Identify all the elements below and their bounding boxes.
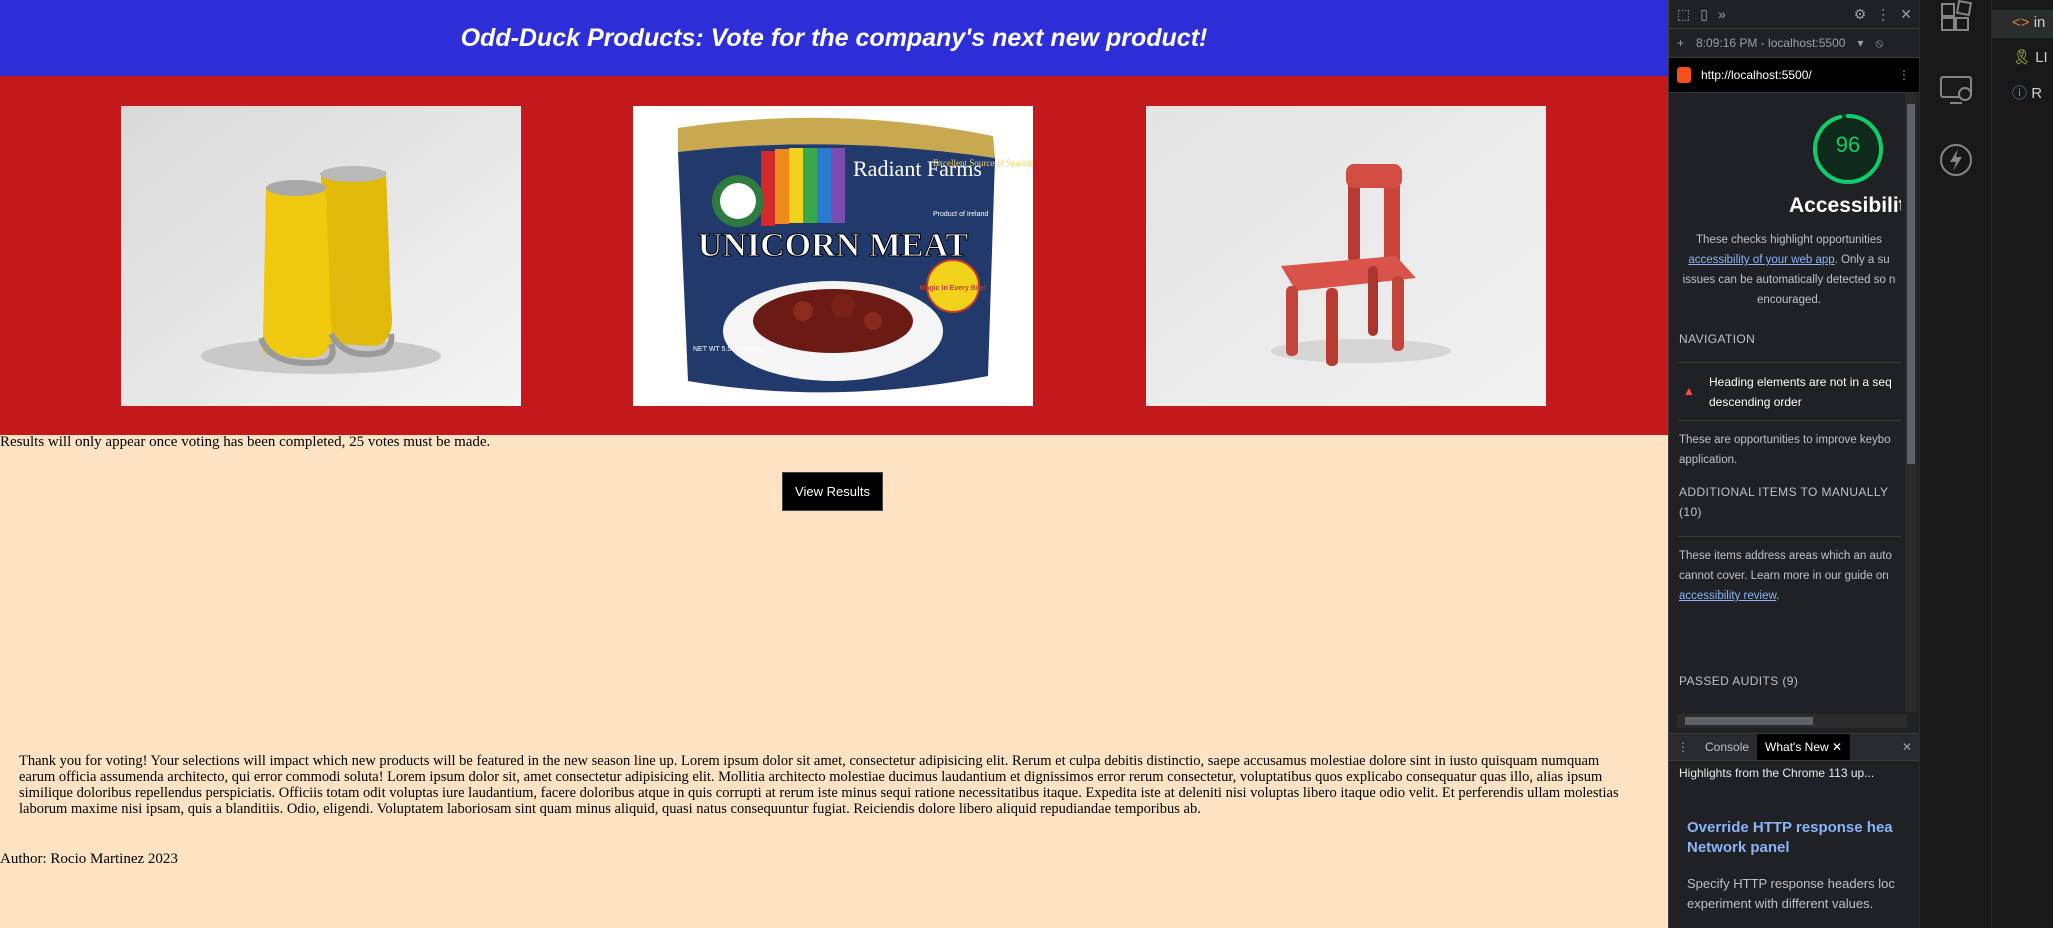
report-horizontal-scrollbar[interactable] (1677, 714, 1907, 728)
author-footer: Author: Rocio Martinez 2023 (0, 851, 178, 867)
manual-note: These items address areas which an auto … (1679, 550, 1892, 602)
inspect-element-icon[interactable]: ⬚ (1677, 6, 1690, 23)
url-menu-icon[interactable]: ⋮ (1898, 68, 1910, 82)
report-url-bar: http://localhost:5500/ ⋮ (1669, 58, 1920, 93)
settings-gear-icon[interactable]: ⚙ (1854, 6, 1867, 23)
remote-explorer-icon[interactable] (1938, 72, 1974, 108)
whats-new-heading[interactable]: Override HTTP response hea Network panel (1687, 818, 1902, 858)
whats-new-text: Specify HTTP response headers loc experi… (1687, 876, 1895, 911)
devtools-panel: ⬚ ▯ » ⚙ ⋮ ✕ + 8:09:16 PM - localhost:550… (1668, 0, 1920, 928)
license-file-icon: 🎗 (2012, 49, 2032, 66)
voting-section: Radiant Farms Excellent Source of Sparkl… (0, 76, 1668, 435)
tab-whats-new[interactable]: What's New ✕ (1757, 734, 1851, 760)
group-navigation[interactable]: NAVIGATION (1679, 332, 1755, 346)
extensions-icon[interactable] (1938, 0, 1974, 36)
can-origin: Product of Ireland (933, 211, 988, 218)
drawer-menu-icon[interactable]: ⋮ (1669, 740, 1697, 754)
lighthouse-report-bar: + 8:09:16 PM - localhost:5500 ▾ ⦸ (1669, 29, 1920, 58)
product-image-unicorn-meat[interactable]: Radiant Farms Excellent Source of Sparkl… (633, 106, 1033, 406)
results-note: Results will only appear once voting has… (0, 434, 491, 450)
divider (1679, 362, 1901, 363)
category-description: These checks highlight opportunities acc… (1682, 234, 1896, 306)
close-devtools-icon[interactable]: ✕ (1900, 6, 1912, 23)
accessibility-link[interactable]: accessibility of your web app (1688, 254, 1834, 266)
report-vertical-scrollbar[interactable] (1905, 92, 1917, 712)
more-tabs-icon[interactable]: » (1718, 6, 1726, 22)
fail-triangle-icon: ▲ (1683, 384, 1695, 398)
explorer-item-readme[interactable]: ⓘ R (2012, 82, 2042, 103)
info-file-icon: ⓘ (2012, 85, 2028, 102)
lighthouse-logo-icon (1677, 67, 1691, 83)
thank-you-text: Thank you for voting! Your selections wi… (19, 753, 1619, 817)
score-value: 96 (1835, 132, 1861, 157)
navigation-note: These are opportunities to improve keybo… (1679, 434, 1891, 466)
can-badge: Magic in Every Bite! (920, 285, 987, 292)
page-title: Odd-Duck Products: Vote for the company'… (460, 23, 1208, 52)
product-image-boots[interactable] (121, 106, 521, 406)
can-weight: NET WT 5.5 OZ (156g) (693, 346, 765, 353)
lightning-icon[interactable] (1938, 142, 1974, 178)
product-image-chair[interactable] (1146, 106, 1546, 406)
page-header: Odd-Duck Products: Vote for the company'… (0, 0, 1668, 76)
divider (1679, 420, 1901, 421)
view-results-button[interactable]: View Results (782, 472, 883, 511)
accessibility-review-link[interactable]: accessibility review (1679, 590, 1776, 602)
tab-console[interactable]: Console (1697, 734, 1757, 760)
device-toolbar-icon[interactable]: ▯ (1700, 6, 1708, 23)
web-page: Odd-Duck Products: Vote for the company'… (0, 0, 1668, 928)
audit-heading-order[interactable]: ▲ Heading elements are not in a seq desc… (1679, 372, 1901, 412)
kebab-menu-icon[interactable]: ⋮ (1876, 6, 1890, 23)
report-timestamp[interactable]: 8:09:16 PM - localhost:5500 (1696, 36, 1845, 50)
lighthouse-report: 96 Accessibility These checks highlight … (1669, 90, 1901, 710)
can-side: Excellent Source of Sparkles (933, 158, 1033, 168)
divider (1679, 536, 1901, 537)
explorer-item-license[interactable]: 🎗 LI (2012, 48, 2048, 66)
can-product: UNICORN MEAT (698, 227, 969, 264)
drawer-tab-bar: ⋮ Console What's New ✕ ✕ (1669, 733, 1920, 761)
devtools-toolbar: ⬚ ▯ » ⚙ ⋮ ✕ (1669, 0, 1920, 29)
clear-reports-icon[interactable]: ⦸ (1875, 36, 1883, 51)
new-report-icon[interactable]: + (1677, 36, 1684, 50)
close-tab-icon[interactable]: ✕ (1832, 740, 1842, 754)
file-explorer: <> in 🎗 LI ⓘ R (1991, 0, 2053, 928)
group-passed-audits[interactable]: PASSED AUDITS (9) (1679, 674, 1798, 688)
category-title: Accessibility (1789, 194, 1901, 217)
group-manual-items[interactable]: ADDITIONAL ITEMS TO MANUALLY (10) (1679, 482, 1901, 522)
html-file-icon: <> (2012, 14, 2030, 31)
editor-activity-bar (1919, 0, 1992, 928)
report-dropdown-icon[interactable]: ▾ (1857, 36, 1863, 50)
close-drawer-icon[interactable]: ✕ (1902, 740, 1912, 754)
audit-title: Heading elements are not in a seq descen… (1709, 375, 1892, 409)
explorer-item-html[interactable]: <> in (2012, 14, 2045, 31)
whats-new-title: Highlights from the Chrome 113 up... (1679, 766, 1875, 780)
report-url: http://localhost:5500/ (1701, 68, 1812, 82)
